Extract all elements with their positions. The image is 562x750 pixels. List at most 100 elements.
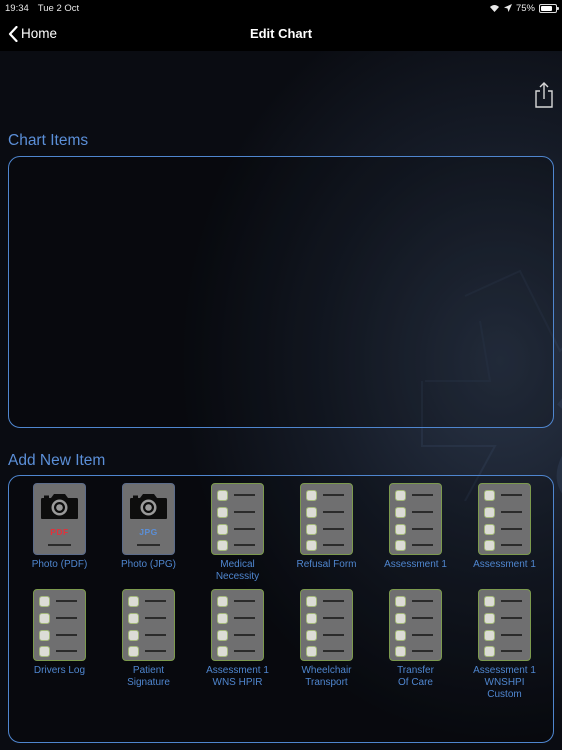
checklist-icon bbox=[300, 589, 353, 661]
navigation-bar: Home Edit Chart bbox=[0, 16, 562, 51]
checkbox-icon bbox=[306, 645, 317, 657]
line-icon bbox=[56, 634, 77, 636]
checkbox-icon bbox=[484, 539, 495, 551]
line-icon bbox=[501, 650, 522, 652]
location-arrow-icon bbox=[503, 4, 512, 12]
line-icon bbox=[412, 634, 433, 636]
checklist-icon bbox=[211, 483, 264, 555]
add-item-tile[interactable]: Drivers Log bbox=[15, 589, 104, 677]
add-item-label: Patient Signature bbox=[127, 665, 170, 688]
line-icon bbox=[234, 511, 255, 513]
add-item-tile[interactable]: JPG Photo (JPG) bbox=[104, 483, 193, 571]
checklist-row bbox=[217, 489, 255, 501]
checkbox-icon bbox=[217, 523, 228, 535]
checklist-row bbox=[217, 595, 255, 607]
checkbox-icon bbox=[395, 629, 406, 641]
add-item-tile[interactable]: PDF Photo (PDF) bbox=[15, 483, 104, 571]
checklist-row bbox=[217, 629, 255, 641]
format-label: JPG bbox=[139, 527, 158, 537]
share-button[interactable] bbox=[533, 81, 555, 109]
checklist-row bbox=[395, 595, 433, 607]
checklist-row bbox=[484, 612, 522, 624]
format-label: PDF bbox=[50, 527, 69, 537]
add-item-tile[interactable]: Transfer Of Care bbox=[371, 589, 460, 689]
checklist-row bbox=[39, 595, 77, 607]
checklist-row bbox=[217, 612, 255, 624]
page-title: Edit Chart bbox=[249, 26, 313, 41]
line-icon bbox=[412, 600, 433, 602]
checkbox-icon bbox=[484, 645, 495, 657]
divider bbox=[48, 544, 71, 546]
add-item-label: Wheelchair Transport bbox=[301, 665, 352, 688]
line-icon bbox=[412, 617, 433, 619]
line-icon bbox=[145, 617, 166, 619]
back-button[interactable]: Home bbox=[8, 25, 58, 42]
checkbox-icon bbox=[128, 595, 139, 607]
checkbox-icon bbox=[306, 595, 317, 607]
status-date: Tue 2 Oct bbox=[37, 2, 80, 14]
checkbox-icon bbox=[395, 539, 406, 551]
line-icon bbox=[501, 544, 522, 546]
checklist-row bbox=[217, 645, 255, 657]
line-icon bbox=[56, 600, 77, 602]
checklist-row bbox=[306, 489, 344, 501]
checklist-row bbox=[484, 595, 522, 607]
line-icon bbox=[323, 544, 344, 546]
checklist-row bbox=[484, 489, 522, 501]
checkbox-icon bbox=[39, 645, 50, 657]
wifi-icon bbox=[489, 5, 499, 12]
checklist-row bbox=[306, 595, 344, 607]
add-item-tile[interactable]: Assessment 1 bbox=[460, 483, 549, 571]
checklist-row bbox=[306, 523, 344, 535]
line-icon bbox=[323, 528, 344, 530]
photo-document-icon: PDF bbox=[33, 483, 86, 555]
line-icon bbox=[501, 634, 522, 636]
checklist-icon bbox=[478, 483, 531, 555]
checkbox-icon bbox=[128, 629, 139, 641]
add-item-tile[interactable]: Assessment 1 bbox=[371, 483, 460, 571]
checkbox-icon bbox=[395, 523, 406, 535]
checklist-row bbox=[306, 506, 344, 518]
add-item-tile[interactable]: Wheelchair Transport bbox=[282, 589, 371, 689]
add-item-tile[interactable]: Assessment 1 WNS HPIR bbox=[193, 589, 282, 689]
add-item-label: Refusal Form bbox=[296, 559, 357, 570]
add-item-label: Drivers Log bbox=[33, 665, 86, 676]
battery-icon bbox=[539, 3, 559, 13]
add-item-tile[interactable]: Patient Signature bbox=[104, 589, 193, 689]
checklist-row bbox=[39, 645, 77, 657]
checklist-icon bbox=[389, 483, 442, 555]
checkbox-icon bbox=[484, 612, 495, 624]
checkbox-icon bbox=[39, 612, 50, 624]
checklist-row bbox=[484, 539, 522, 551]
line-icon bbox=[323, 634, 344, 636]
checkbox-icon bbox=[217, 539, 228, 551]
checklist-row bbox=[395, 489, 433, 501]
add-item-tile[interactable]: Medical Necessity bbox=[193, 483, 282, 583]
chart-items-panel[interactable] bbox=[8, 156, 554, 428]
checklist-icon bbox=[478, 589, 531, 661]
line-icon bbox=[145, 600, 166, 602]
line-icon bbox=[234, 600, 255, 602]
checkbox-icon bbox=[484, 523, 495, 535]
checkbox-icon bbox=[217, 645, 228, 657]
add-item-grid: PDF Photo (PDF) JPG Photo (JPG) Medical Neces… bbox=[9, 476, 553, 742]
line-icon bbox=[234, 617, 255, 619]
add-item-label: Assessment 1 bbox=[473, 559, 536, 570]
add-new-item-title: Add New Item bbox=[8, 452, 106, 469]
checklist-row bbox=[395, 612, 433, 624]
add-item-tile[interactable]: Refusal Form bbox=[282, 483, 371, 571]
checklist-row bbox=[395, 539, 433, 551]
checklist-icon bbox=[122, 589, 175, 661]
back-label: Home bbox=[21, 26, 58, 41]
add-item-tile[interactable]: Assessment 1 WNSHPI Custom bbox=[460, 589, 549, 701]
add-item-label: Photo (PDF) bbox=[31, 559, 88, 570]
checkbox-icon bbox=[484, 489, 495, 501]
line-icon bbox=[56, 650, 77, 652]
add-item-label: Assessment 1 WNS HPIR bbox=[206, 665, 269, 688]
camera-icon bbox=[41, 494, 78, 519]
status-time: 19:34 bbox=[5, 2, 29, 14]
line-icon bbox=[501, 511, 522, 513]
line-icon bbox=[412, 494, 433, 496]
battery-percent: 75% bbox=[515, 2, 535, 14]
line-icon bbox=[234, 528, 255, 530]
